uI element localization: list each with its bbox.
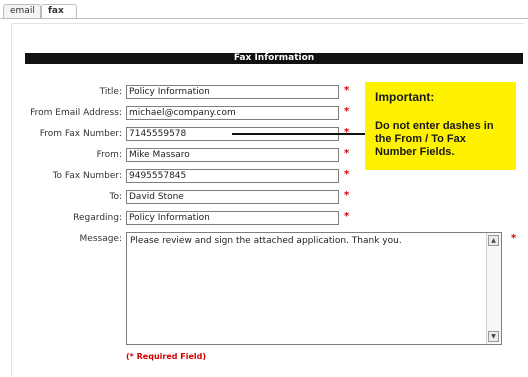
important-callout: Important: Do not enter dashes in the Fr… <box>365 82 516 170</box>
callout-pointer-line <box>232 133 367 135</box>
from-email-label: From Email Address: <box>30 108 122 118</box>
to-label: To: <box>109 192 122 202</box>
tab-email[interactable]: email <box>3 4 41 18</box>
to-fax-input[interactable]: 9495557845 <box>126 169 339 183</box>
from-label: From: <box>96 150 122 160</box>
to-input[interactable]: David Stone <box>126 190 339 204</box>
callout-title: Important: <box>375 90 435 104</box>
regarding-required-marker: * <box>344 211 350 222</box>
title-input[interactable]: Policy Information <box>126 85 339 99</box>
scroll-down-arrow-icon[interactable]: ▼ <box>488 331 499 342</box>
from-input[interactable]: Mike Massaro <box>126 148 339 162</box>
message-scrollbar[interactable]: ▲ ▼ <box>486 233 501 344</box>
from-required-marker: * <box>344 148 350 159</box>
from-email-required-marker: * <box>344 106 350 117</box>
scroll-up-arrow-icon[interactable]: ▲ <box>488 235 499 246</box>
to-fax-required-marker: * <box>344 169 350 180</box>
title-label: Title: <box>99 87 122 97</box>
tab-divider <box>0 18 528 19</box>
required-field-note: (* Required Field) <box>126 352 207 361</box>
to-required-marker: * <box>344 190 350 201</box>
from-email-input[interactable]: michael@company.com <box>126 106 339 120</box>
title-required-marker: * <box>344 85 350 96</box>
message-required-marker: * <box>511 233 517 244</box>
callout-body: Do not enter dashes in the From / To Fax… <box>375 120 494 158</box>
regarding-input[interactable]: Policy Information <box>126 211 339 225</box>
regarding-label: Regarding: <box>73 213 122 223</box>
section-header-fax-information: Fax Information <box>25 53 523 64</box>
message-text: Please review and sign the attached appl… <box>130 236 402 246</box>
to-fax-label: To Fax Number: <box>52 171 122 181</box>
message-label: Message: <box>79 234 122 244</box>
message-textarea[interactable]: Please review and sign the attached appl… <box>126 232 502 345</box>
from-fax-label: From Fax Number: <box>39 129 122 139</box>
tab-fax[interactable]: fax <box>41 4 77 19</box>
